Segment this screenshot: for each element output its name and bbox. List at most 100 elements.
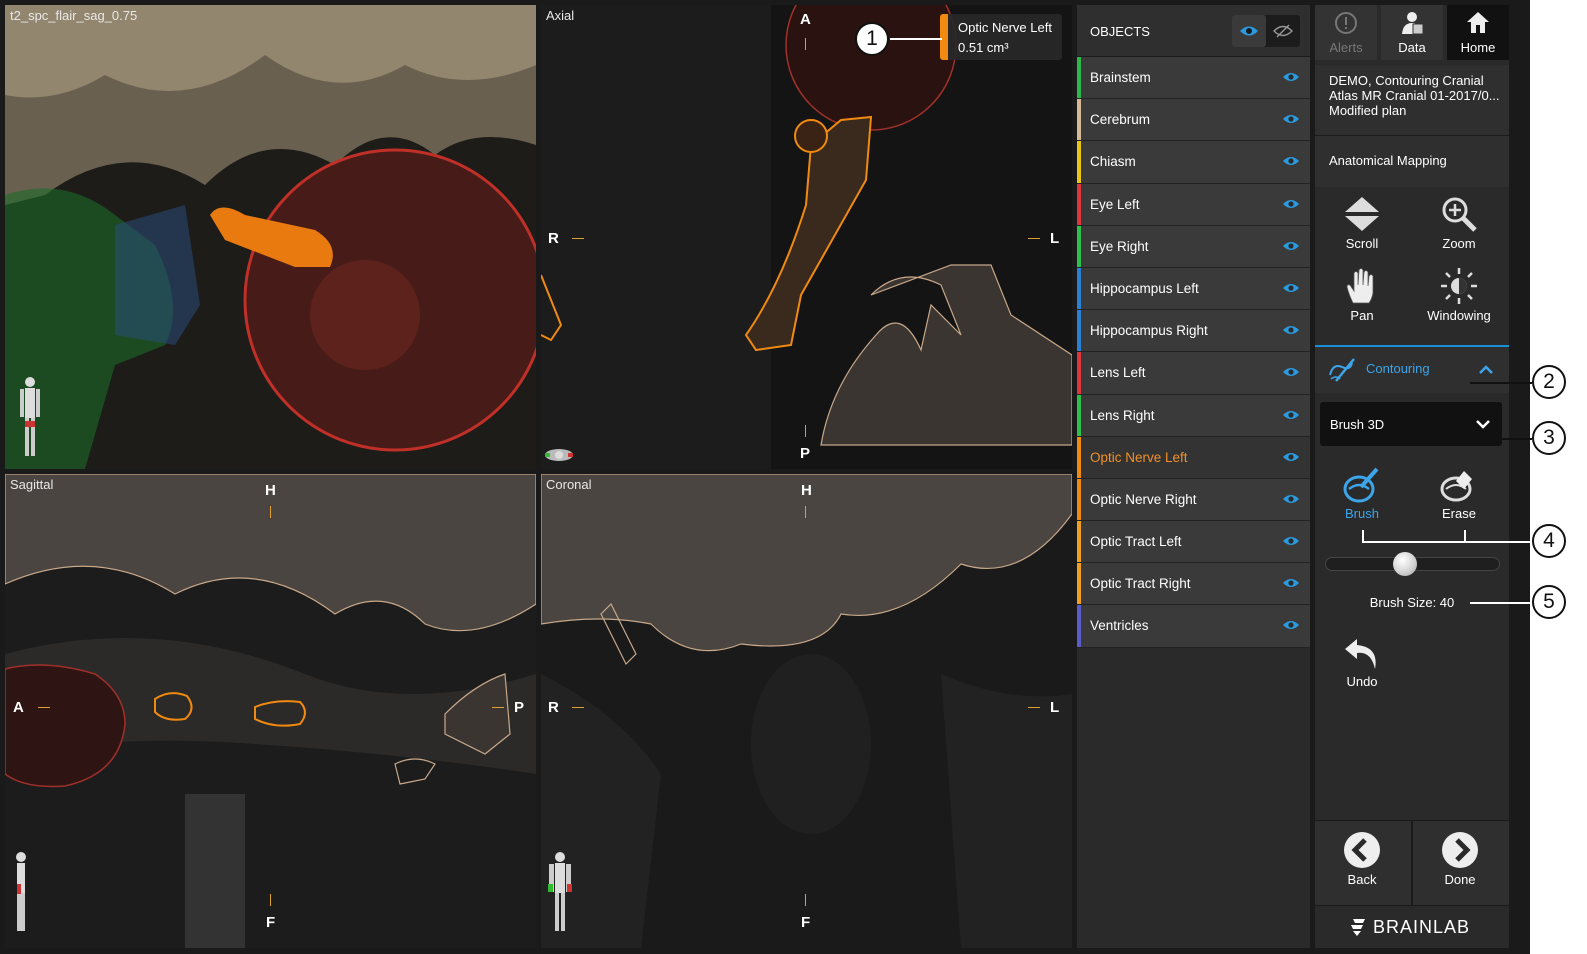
- brush-tool[interactable]: Brush: [1315, 467, 1409, 521]
- orientation-tick: [38, 707, 50, 708]
- object-row[interactable]: Eye Right: [1077, 225, 1310, 268]
- brush-icon: [1343, 467, 1379, 503]
- undo-button[interactable]: Undo: [1315, 635, 1409, 689]
- object-color-bar: [1077, 99, 1081, 141]
- object-row[interactable]: Cerebrum: [1077, 99, 1310, 142]
- scroll-tool[interactable]: Scroll: [1315, 195, 1409, 251]
- eye-icon[interactable]: [1282, 535, 1300, 547]
- eye-icon[interactable]: [1282, 409, 1300, 421]
- object-name: Eye Left: [1090, 196, 1140, 212]
- object-color-bar: [1077, 310, 1081, 352]
- orientation-tick: [492, 707, 504, 708]
- eye-icon[interactable]: [1282, 240, 1300, 252]
- show-all-button[interactable]: [1232, 15, 1266, 47]
- eye-hidden-icon[interactable]: [1273, 24, 1293, 38]
- viewport-axial[interactable]: Axial A P R L: [541, 5, 1072, 469]
- brush-size-slider[interactable]: [1325, 552, 1500, 576]
- object-row[interactable]: Ventricles: [1077, 605, 1310, 648]
- eraser-icon: [1440, 471, 1472, 502]
- eye-icon[interactable]: [1282, 113, 1300, 125]
- viewport-title: Sagittal: [10, 477, 54, 492]
- chevron-down-icon: [1476, 420, 1490, 429]
- orientation-left: A: [13, 699, 24, 716]
- measurement-volume: 0.51 cm³: [958, 40, 1009, 55]
- orientation-tick: [1028, 238, 1040, 239]
- done-button[interactable]: Done: [1413, 831, 1507, 887]
- erase-tool[interactable]: Erase: [1412, 467, 1506, 521]
- pan-tool[interactable]: Pan: [1315, 267, 1409, 323]
- eye-icon: [1240, 26, 1258, 36]
- tool-label: Erase: [1442, 506, 1476, 521]
- eye-icon[interactable]: [1282, 324, 1300, 336]
- section-label: Anatomical Mapping: [1329, 153, 1447, 168]
- slider-handle[interactable]: [1393, 552, 1417, 576]
- tool-label: Brush: [1345, 506, 1379, 521]
- object-row[interactable]: Brainstem: [1077, 57, 1310, 100]
- object-row[interactable]: Optic Nerve Right: [1077, 478, 1310, 522]
- eye-icon[interactable]: [1282, 155, 1300, 167]
- eye-icon[interactable]: [1282, 577, 1300, 589]
- object-row[interactable]: Eye Left: [1077, 183, 1310, 226]
- orientation-left: R: [548, 230, 559, 247]
- chevron-up-icon[interactable]: [1479, 365, 1493, 374]
- object-row[interactable]: Lens Left: [1077, 352, 1310, 395]
- axial-slice-image: [541, 5, 1072, 469]
- tool-label: Done: [1444, 872, 1476, 887]
- callout-leader: [1470, 438, 1532, 440]
- tab-home[interactable]: Home: [1447, 5, 1509, 60]
- viewport-coronal[interactable]: Coronal H F R L: [541, 474, 1072, 948]
- eye-icon[interactable]: [1282, 493, 1300, 505]
- orientation-right: L: [1050, 699, 1060, 716]
- object-color-bar: [1077, 225, 1081, 267]
- objects-panel: OBJECTS Brainstem Cerebrum Chiasm Eye Left E…: [1077, 5, 1310, 948]
- undo-icon: [1345, 639, 1376, 669]
- orientation-top: A: [800, 11, 811, 28]
- bottom-navigation: Back Done: [1315, 820, 1509, 906]
- eye-icon[interactable]: [1282, 451, 1300, 463]
- tool-label: Pan: [1350, 308, 1374, 323]
- eye-icon[interactable]: [1282, 71, 1300, 83]
- orientation-right: L: [1050, 230, 1060, 247]
- orientation-top: H: [801, 482, 812, 499]
- object-row[interactable]: Chiasm: [1077, 141, 1310, 184]
- app-window: t2_spc_flair_sag_0.75 Axial A P R L Sagi…: [0, 0, 1530, 954]
- object-color-bar: [1077, 183, 1081, 225]
- anatomical-mapping-section[interactable]: Anatomical Mapping: [1315, 135, 1509, 187]
- zoom-tool[interactable]: Zoom: [1412, 195, 1506, 251]
- contouring-section-header[interactable]: Contouring: [1315, 345, 1509, 393]
- orientation-tick: [805, 38, 806, 50]
- object-row[interactable]: Hippocampus Right: [1077, 310, 1310, 353]
- tab-data[interactable]: Data: [1381, 5, 1443, 60]
- navigation-tabs: Alerts Data Home: [1315, 5, 1509, 60]
- object-row[interactable]: Optic Tract Left: [1077, 521, 1310, 564]
- orientation-tick: [572, 238, 584, 239]
- viewport-3d[interactable]: t2_spc_flair_sag_0.75: [5, 5, 536, 469]
- body-orientation-icon: [16, 852, 26, 931]
- object-name: Lens Left: [1090, 365, 1146, 381]
- orientation-top: H: [265, 482, 276, 499]
- object-row[interactable]: Optic Nerve Left: [1077, 436, 1310, 479]
- callout-leader: [1470, 382, 1532, 384]
- object-row[interactable]: Optic Tract Right: [1077, 563, 1310, 606]
- object-color-bar: [1077, 521, 1081, 563]
- windowing-tool[interactable]: Windowing: [1412, 267, 1506, 323]
- object-row[interactable]: Lens Right: [1077, 394, 1310, 437]
- eye-icon[interactable]: [1282, 619, 1300, 631]
- arrow-left-icon: [1344, 832, 1380, 868]
- visibility-toggle[interactable]: [1232, 15, 1300, 47]
- callout-leader: [1464, 530, 1466, 542]
- tool-label: Back: [1347, 872, 1377, 887]
- zoom-icon: [1442, 197, 1477, 232]
- object-name: Cerebrum: [1090, 112, 1151, 128]
- object-row[interactable]: Hippocampus Left: [1077, 267, 1310, 311]
- eye-icon[interactable]: [1282, 366, 1300, 378]
- viewport-sagittal[interactable]: Sagittal H F A P: [5, 474, 536, 948]
- callout-marker: 2: [1532, 365, 1566, 399]
- eye-icon[interactable]: [1282, 198, 1300, 210]
- eye-icon[interactable]: [1282, 282, 1300, 294]
- tab-alerts[interactable]: Alerts: [1315, 5, 1377, 60]
- tool-panel: Alerts Data Home DEMO, Contouring Crania…: [1315, 5, 1509, 948]
- back-button[interactable]: Back: [1315, 831, 1409, 887]
- render-3d-image: [5, 5, 536, 469]
- orientation-tick: [270, 894, 271, 906]
